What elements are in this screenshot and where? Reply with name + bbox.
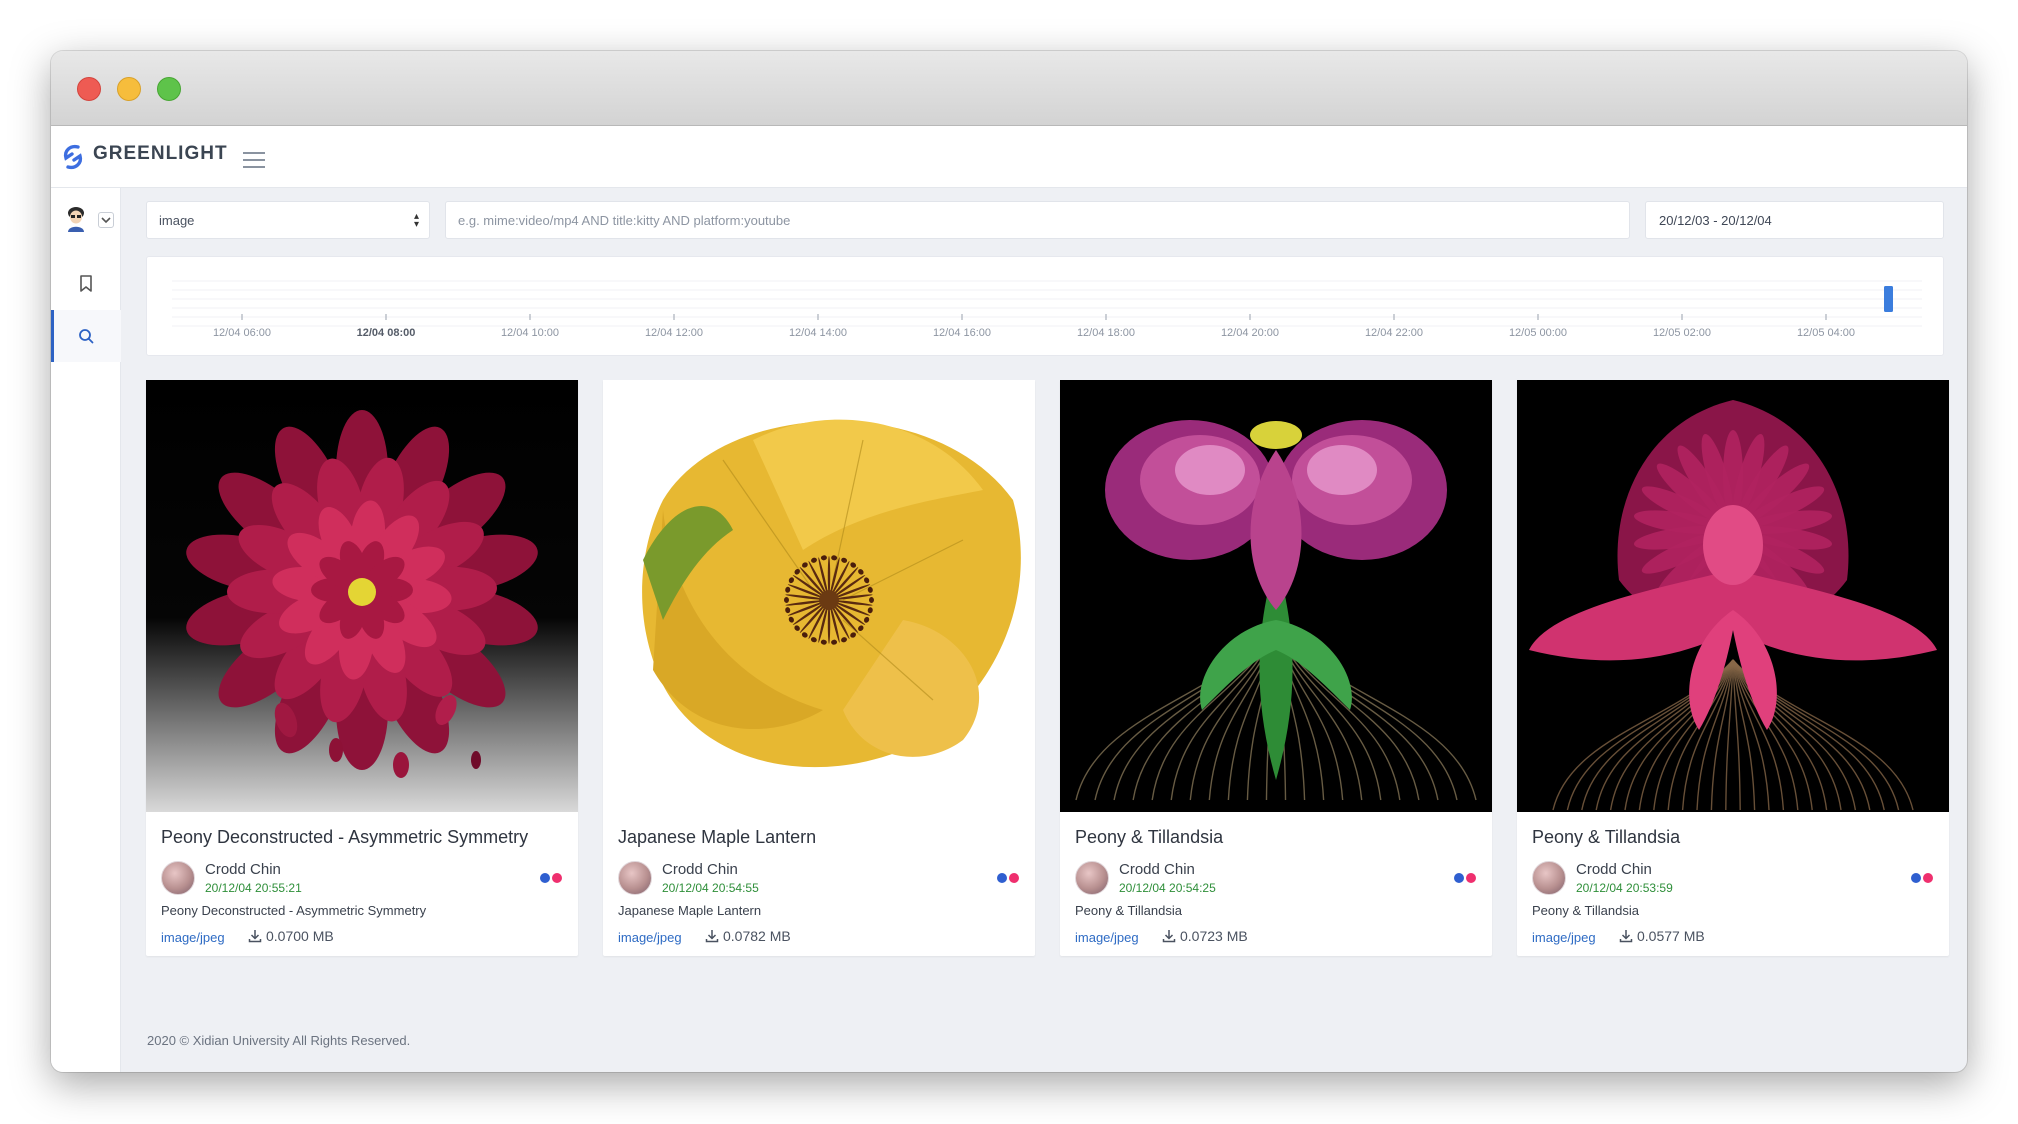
maximize-window-button[interactable] <box>157 77 181 101</box>
thumbnail-image[interactable] <box>146 380 578 812</box>
file-size: 0.0700 MB <box>266 928 334 944</box>
card-title[interactable]: Peony & Tillandsia <box>1075 827 1223 848</box>
card-title[interactable]: Peony & Tillandsia <box>1532 827 1680 848</box>
date-range-picker[interactable]: 20/12/03 - 20/12/04 <box>1645 201 1944 239</box>
timeline-tick-label: 12/04 12:00 <box>645 327 703 339</box>
browser-window: GREENLIGHT image ▴ ▾ e.g. mime:video/mp4… <box>51 51 1967 1072</box>
download-icon <box>705 930 719 943</box>
flickr-icon <box>540 873 562 883</box>
search-query-box <box>445 201 1630 239</box>
download-size[interactable]: 0.0577 MB <box>1619 928 1705 944</box>
card-description: Peony & Tillandsia <box>1075 903 1182 918</box>
upload-time: 20/12/04 20:55:21 <box>205 881 302 895</box>
media-type-value: image <box>159 213 195 228</box>
footer-copyright: 2020 © Xidian University All Rights Rese… <box>147 1033 411 1048</box>
author-name[interactable]: Crodd Chin <box>1119 861 1195 878</box>
search-icon <box>79 329 94 344</box>
timeline-tick-label: 12/05 02:00 <box>1653 327 1711 339</box>
media-type-select[interactable]: image ▴ ▾ <box>146 201 430 239</box>
app-header: GREENLIGHT <box>51 126 1967 188</box>
mime-type-link[interactable]: image/jpeg <box>618 930 682 945</box>
timeline-tick-label: 12/05 00:00 <box>1509 327 1567 339</box>
flickr-icon <box>1454 873 1476 883</box>
author-avatar[interactable] <box>618 861 652 895</box>
timeline-histogram[interactable]: 12/04 06:00 12/04 08:00 12/04 10:00 12/04 1… <box>146 256 1944 356</box>
author-avatar[interactable] <box>1532 861 1566 895</box>
sidebar <box>51 188 121 1072</box>
media-card[interactable]: Japanese Maple Lantern Crodd Chin 20/12/… <box>603 380 1035 956</box>
download-icon <box>248 930 262 943</box>
author-avatar[interactable] <box>161 861 195 895</box>
download-size[interactable]: 0.0723 MB <box>1162 928 1248 944</box>
date-range-value: 20/12/03 - 20/12/04 <box>1659 213 1772 228</box>
timeline-tick-label: 12/04 22:00 <box>1365 327 1423 339</box>
download-icon <box>1162 930 1176 943</box>
thumbnail-image[interactable] <box>1060 380 1492 812</box>
timeline-bar[interactable] <box>1884 286 1893 312</box>
download-size[interactable]: 0.0700 MB <box>248 928 334 944</box>
bookmark-icon <box>80 275 92 292</box>
card-title[interactable]: Peony Deconstructed - Asymmetric Symmetr… <box>161 827 528 848</box>
select-arrows-icon: ▴ ▾ <box>413 211 419 230</box>
brand-name: GREENLIGHT <box>93 143 228 164</box>
timeline-tick-label: 12/04 14:00 <box>789 327 847 339</box>
download-size[interactable]: 0.0782 MB <box>705 928 791 944</box>
timeline-tick-label: 12/04 20:00 <box>1221 327 1279 339</box>
download-icon <box>1619 930 1633 943</box>
minimize-window-button[interactable] <box>117 77 141 101</box>
author-name[interactable]: Crodd Chin <box>205 861 281 878</box>
media-card[interactable]: Peony Deconstructed - Asymmetric Symmetr… <box>146 380 578 956</box>
card-description: Peony Deconstructed - Asymmetric Symmetr… <box>161 903 427 918</box>
timeline-tick-label: 12/04 06:00 <box>213 327 271 339</box>
card-description: Japanese Maple Lantern <box>618 903 762 918</box>
author-name[interactable]: Crodd Chin <box>1576 861 1652 878</box>
hamburger-menu-icon[interactable] <box>243 152 265 168</box>
user-menu-chevron-down-icon[interactable] <box>98 212 114 228</box>
card-title[interactable]: Japanese Maple Lantern <box>618 827 816 848</box>
thumbnail-image[interactable] <box>603 380 1035 812</box>
author-name[interactable]: Crodd Chin <box>662 861 738 878</box>
author-avatar[interactable] <box>1075 861 1109 895</box>
greenlight-logo-icon <box>63 144 83 170</box>
upload-time: 20/12/04 20:54:25 <box>1119 881 1216 895</box>
card-description: Peony & Tillandsia <box>1532 903 1639 918</box>
timeline-tick-label: 12/04 08:00 <box>357 327 416 339</box>
mime-type-link[interactable]: image/jpeg <box>161 930 225 945</box>
mime-type-link[interactable]: image/jpeg <box>1532 930 1596 945</box>
window-titlebar <box>51 51 1967 126</box>
timeline-tick-label: 12/04 10:00 <box>501 327 559 339</box>
flickr-icon <box>1911 873 1933 883</box>
upload-time: 20/12/04 20:53:59 <box>1576 881 1673 895</box>
timeline-tick-label: 12/04 16:00 <box>933 327 991 339</box>
mime-type-link[interactable]: image/jpeg <box>1075 930 1139 945</box>
media-card[interactable]: Peony & Tillandsia Crodd Chin 20/12/04 2… <box>1060 380 1492 956</box>
close-window-button[interactable] <box>77 77 101 101</box>
thumbnail-image[interactable] <box>1517 380 1949 812</box>
timeline-tick-label: 12/05 04:00 <box>1797 327 1855 339</box>
timeline-chart: 12/04 06:00 12/04 08:00 12/04 10:00 12/04 1… <box>172 280 1922 339</box>
sidebar-item-search[interactable] <box>51 310 121 362</box>
upload-time: 20/12/04 20:54:55 <box>662 881 759 895</box>
user-avatar-icon[interactable] <box>65 206 87 232</box>
search-query-input[interactable] <box>458 202 1617 238</box>
timeline-tick-label: 12/04 18:00 <box>1077 327 1135 339</box>
file-size: 0.0723 MB <box>1180 928 1248 944</box>
flickr-icon <box>997 873 1019 883</box>
file-size: 0.0782 MB <box>723 928 791 944</box>
file-size: 0.0577 MB <box>1637 928 1705 944</box>
sidebar-item-bookmark[interactable] <box>51 258 121 310</box>
media-card[interactable]: Peony & Tillandsia Crodd Chin 20/12/04 2… <box>1517 380 1949 956</box>
